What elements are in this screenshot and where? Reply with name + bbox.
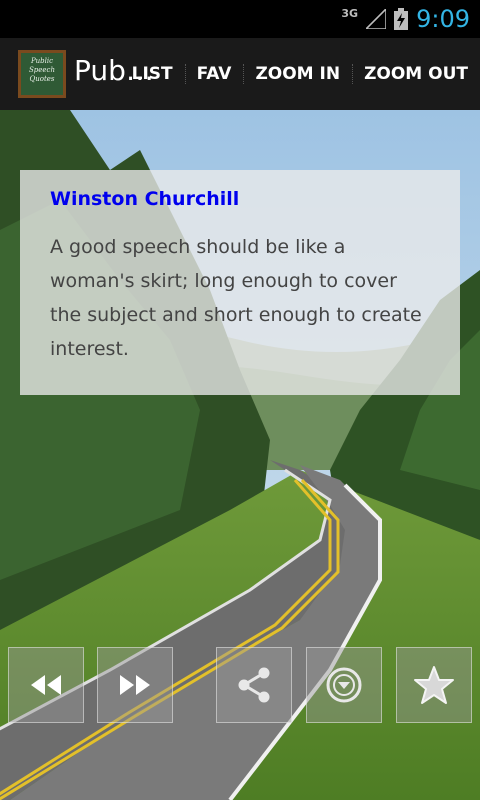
- share-button[interactable]: [216, 647, 292, 723]
- battery-icon: [394, 8, 409, 30]
- action-bar: Public Speech Quotes Pub… LIST FAV ZOOM …: [0, 38, 480, 112]
- quote-text: A good speech should be like a woman's s…: [50, 236, 422, 360]
- previous-button[interactable]: [8, 647, 84, 723]
- app-icon-text: Public Speech Quotes: [29, 57, 55, 83]
- menu-fav[interactable]: FAV: [184, 38, 244, 110]
- dropdown-circle-icon: [326, 667, 362, 703]
- signal-icon: [366, 9, 387, 29]
- menu-zoom-out[interactable]: ZOOM OUT: [352, 38, 480, 110]
- network-type: 3G: [341, 6, 359, 20]
- clock: 9:09: [416, 5, 470, 33]
- fast-forward-icon: [120, 675, 150, 695]
- share-icon: [238, 667, 270, 703]
- menu-list[interactable]: LIST: [120, 38, 185, 110]
- app-icon[interactable]: Public Speech Quotes: [18, 50, 66, 98]
- dropdown-button[interactable]: [306, 647, 382, 723]
- quote-card: Winston Churchill A good speech should b…: [20, 170, 460, 395]
- rewind-icon: [31, 675, 61, 695]
- menu-zoom-in[interactable]: ZOOM IN: [243, 38, 352, 110]
- star-icon: [414, 666, 454, 704]
- status-bar: 3G 9:09: [0, 0, 480, 38]
- action-menu: LIST FAV ZOOM IN ZOOM OUT: [120, 38, 480, 110]
- next-button[interactable]: [97, 647, 173, 723]
- favorite-button[interactable]: [396, 647, 472, 723]
- quote-author[interactable]: Winston Churchill: [50, 188, 430, 210]
